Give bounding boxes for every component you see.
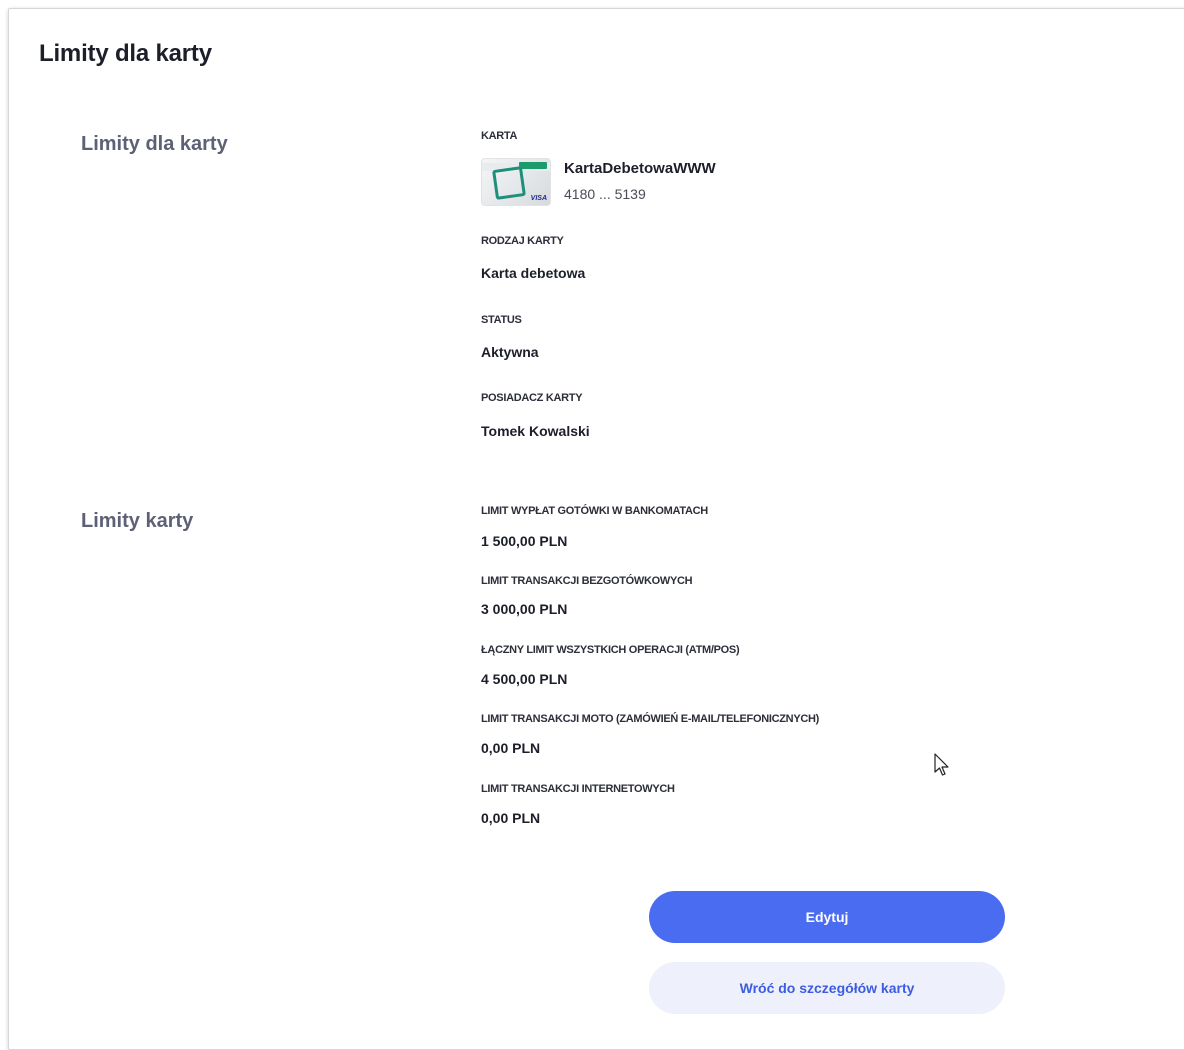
page-title: Limity dla karty [39, 40, 212, 67]
edit-button[interactable]: Edytuj [649, 891, 1005, 943]
limit-label: LIMIT TRANSAKCJI BEZGOTÓWKOWYCH [481, 575, 693, 587]
card-number: 4180 ... 5139 [564, 186, 646, 202]
status-value: Aktywna [481, 344, 539, 360]
section-title-card-limits: Limity dla karty [81, 133, 228, 155]
visa-logo-icon: VISA [530, 195, 547, 202]
status-label: STATUS [481, 314, 522, 326]
limit-value: 3 000,00 PLN [481, 601, 568, 617]
card-type-label: RODZAJ KARTY [481, 235, 564, 247]
back-to-card-details-button[interactable]: Wróć do szczegółów karty [649, 962, 1005, 1014]
holder-value: Tomek Kowalski [481, 423, 590, 439]
limit-label: LIMIT WYPŁAT GOTÓWKI W BANKOMATACH [481, 505, 708, 517]
mouse-cursor-icon [934, 753, 949, 776]
card-label: KARTA [481, 130, 518, 142]
card-type-value: Karta debetowa [481, 265, 586, 281]
limit-value: 0,00 PLN [481, 740, 541, 756]
limit-value: 0,00 PLN [481, 810, 541, 826]
limit-value: 1 500,00 PLN [481, 533, 568, 549]
limit-value: 4 500,00 PLN [481, 671, 568, 687]
limit-label: LIMIT TRANSAKCJI INTERNETOWYCH [481, 783, 675, 795]
card-design-icon [492, 166, 526, 200]
bank-logo-icon [519, 162, 547, 169]
holder-label: POSIADACZ KARTY [481, 392, 583, 404]
card-image: VISA [481, 158, 551, 206]
section-title-card-limits-list: Limity karty [81, 510, 194, 532]
limit-label: ŁĄCZNY LIMIT WSZYSTKICH OPERACJI (ATM/PO… [481, 644, 740, 656]
card-name: KartaDebetowaWWW [564, 160, 716, 177]
limit-label: LIMIT TRANSAKCJI MOTO (ZAMÓWIEŃ E-MAIL/T… [481, 713, 820, 725]
